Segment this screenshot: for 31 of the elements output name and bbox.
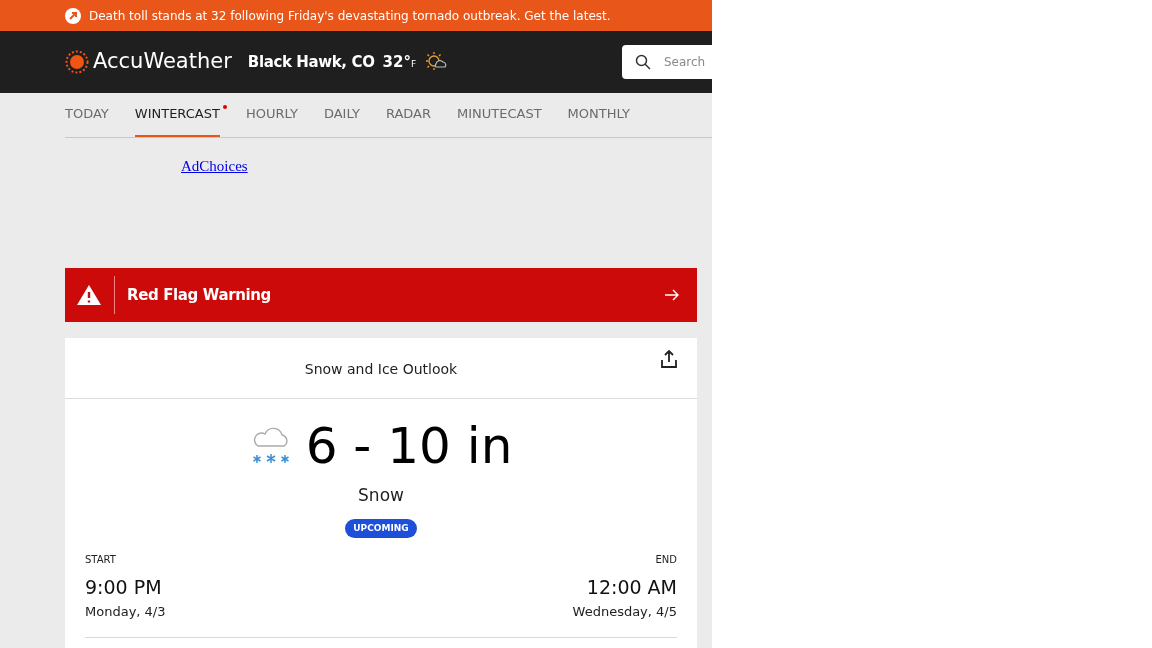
precipitation-type: Snow xyxy=(358,484,404,507)
nav-tab[interactable]: MINUTECAST xyxy=(457,93,542,137)
adchoices-link[interactable]: AdChoices xyxy=(181,158,248,174)
nav-tab[interactable]: TODAY xyxy=(65,93,109,137)
end-label: END xyxy=(655,553,677,567)
search-icon xyxy=(635,54,651,70)
warning-icon xyxy=(76,284,102,306)
nav-tab[interactable]: RADAR xyxy=(385,93,431,137)
warning-banner[interactable]: Red Flag Warning xyxy=(65,268,697,322)
alert-text: Death toll stands at 32 following Friday's devastating tornado outbreak. Get the latest. xyxy=(89,7,611,25)
start-time: 9:00 PM xyxy=(85,575,163,600)
sun-logo-icon xyxy=(65,50,89,74)
end-time: 12:00 AM xyxy=(586,575,677,600)
nav-tab[interactable]: WINTERCAST xyxy=(134,93,220,137)
temperature: 32°F xyxy=(382,51,417,73)
card-title: Snow and Ice Outlook xyxy=(304,360,458,379)
logo-text[interactable]: AccuWeather xyxy=(93,46,232,78)
status-badge: UPCOMING xyxy=(345,518,417,538)
search-field[interactable]: Search xyxy=(622,45,712,79)
nav-tab[interactable]: HOURLY xyxy=(245,93,298,137)
start-label: START xyxy=(85,553,117,567)
start-date: Monday, 4/3 xyxy=(85,602,166,621)
share-icon[interactable] xyxy=(661,350,677,368)
alert-banner[interactable]: Death toll stands at 32 following Friday's devastating tornado outbreak. Get the latest. xyxy=(0,0,712,31)
nav-tab[interactable]: DAILY xyxy=(323,93,360,137)
warning-title: Red Flag Warning xyxy=(127,284,271,306)
arrow-right-icon xyxy=(665,289,679,301)
location[interactable]: Black Hawk, CO xyxy=(247,50,375,74)
nav-tab[interactable]: MONTHLY xyxy=(567,93,630,137)
snow-amount: 6 - 10 in xyxy=(305,421,513,471)
end-date: Wednesday, 4/5 xyxy=(572,602,677,621)
